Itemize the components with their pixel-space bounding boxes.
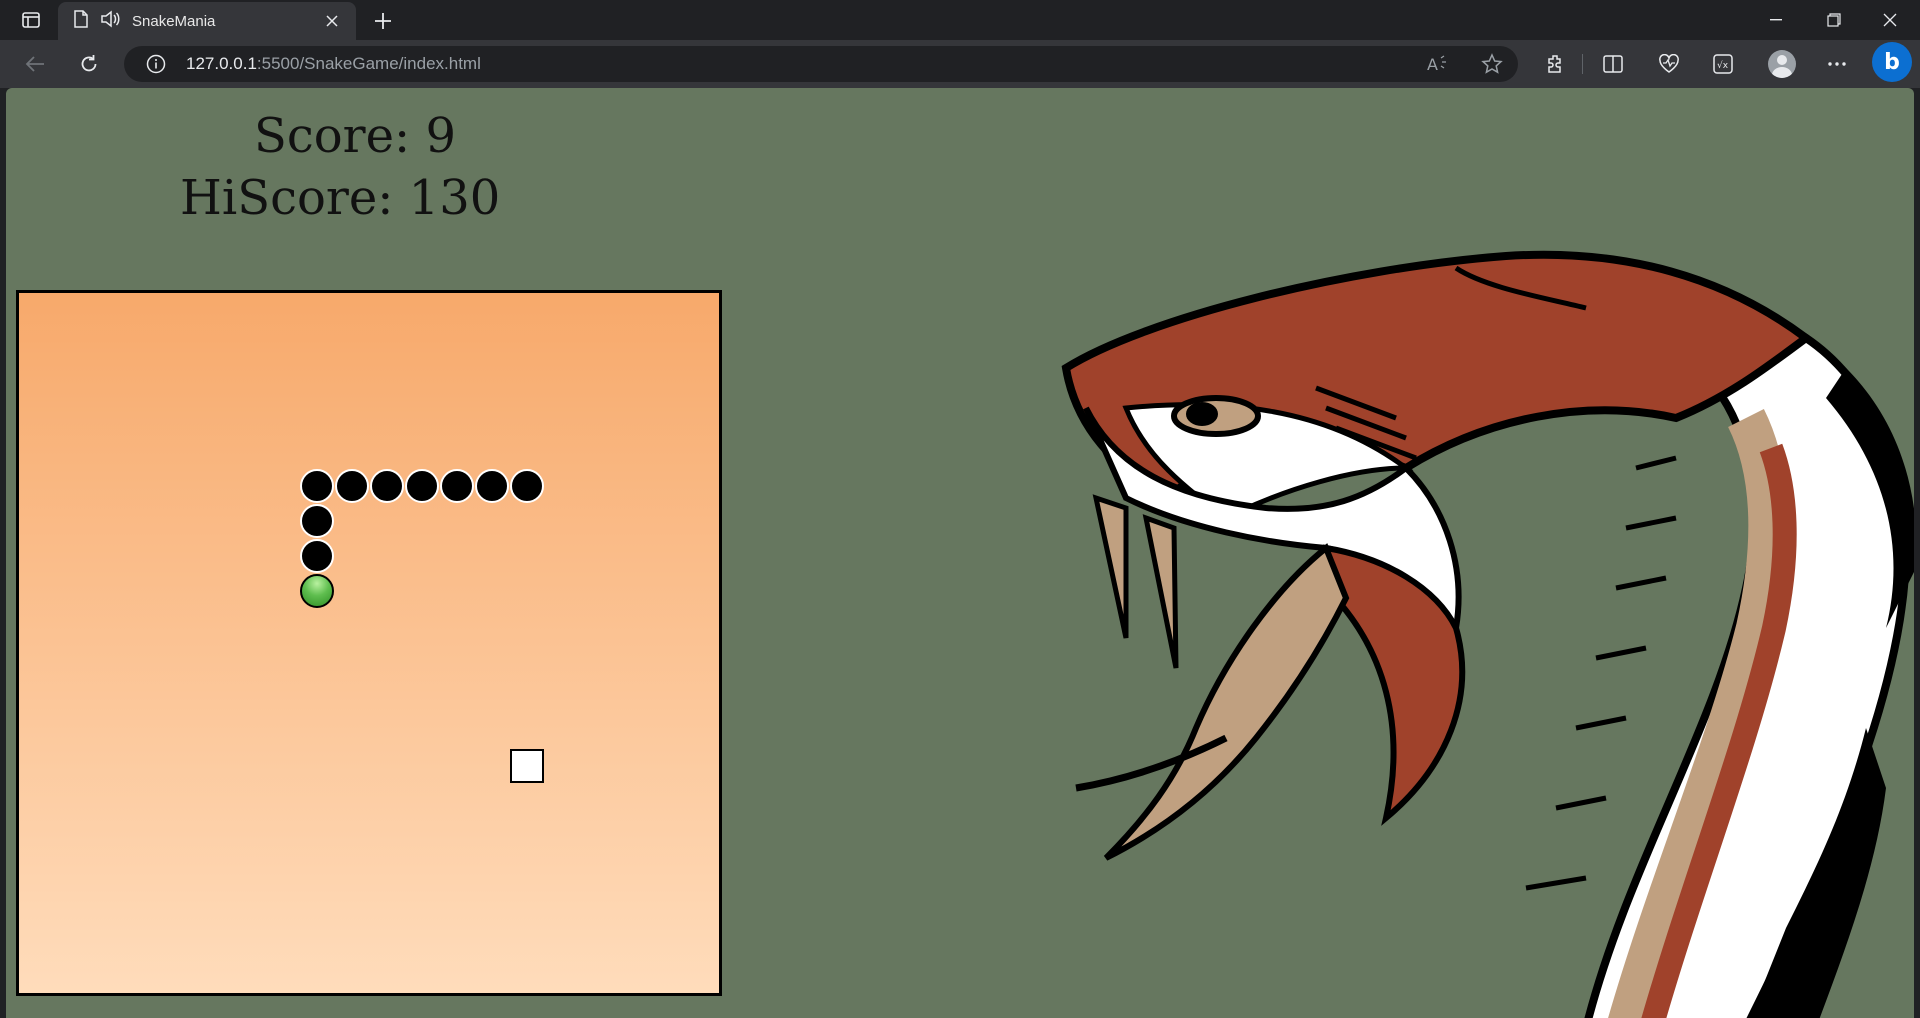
more-menu-icon[interactable] [1820,48,1854,80]
page-icon [74,10,88,32]
bing-copilot-icon[interactable]: b [1872,42,1912,82]
game-page: Score: 9 HiScore: 130 [6,88,1914,1018]
snake-segment [404,468,439,503]
hiscore-display: HiScore: 130 [180,170,501,226]
browser-toolbar: 127.0.0.1:5500/SnakeGame/index.html A √x… [0,40,1920,88]
close-window-icon[interactable] [1862,0,1918,40]
svg-text:A: A [1427,55,1438,73]
snake-segment [439,468,474,503]
snake-segment [299,468,334,503]
snake-head [299,573,334,608]
minimize-icon[interactable] [1748,0,1804,40]
score-display: Score: 9 [254,108,456,164]
extensions-icon[interactable] [1538,48,1572,80]
snake-segment [509,468,544,503]
read-aloud-icon[interactable]: A [1424,50,1452,78]
snake-segment [299,503,334,538]
svg-text:√x: √x [1717,60,1729,71]
tab-title: SnakeMania [132,12,216,30]
food-item [509,748,544,783]
toolbar-separator [1582,54,1583,74]
speaker-icon[interactable] [100,10,120,32]
new-tab-button[interactable] [368,6,398,36]
game-board[interactable] [16,290,722,996]
url-host: 127.0.0.1 [186,54,257,73]
snake-illustration-icon [1061,250,1914,1018]
snake-segment [474,468,509,503]
site-info-icon[interactable] [146,54,166,78]
reload-icon[interactable] [72,48,106,80]
restore-icon[interactable] [1806,0,1862,40]
url-path: :5500/SnakeGame/index.html [256,54,481,73]
favorite-star-icon[interactable] [1478,50,1506,78]
tab-bar: SnakeMania [0,0,1920,40]
snake-segment [369,468,404,503]
profile-avatar[interactable] [1768,50,1796,78]
address-bar[interactable]: 127.0.0.1:5500/SnakeGame/index.html A [124,46,1518,82]
browser-essentials-icon[interactable] [1652,48,1686,80]
close-tab-icon[interactable] [322,11,342,31]
split-screen-icon[interactable] [1596,48,1630,80]
snake-segment [334,468,369,503]
url-text: 127.0.0.1:5500/SnakeGame/index.html [186,54,481,74]
back-icon[interactable] [18,48,52,80]
tab-snakemania[interactable]: SnakeMania [58,2,356,40]
math-solver-icon[interactable]: √x [1706,48,1740,80]
snake-segment [299,538,334,573]
tab-actions-icon[interactable] [14,8,48,32]
